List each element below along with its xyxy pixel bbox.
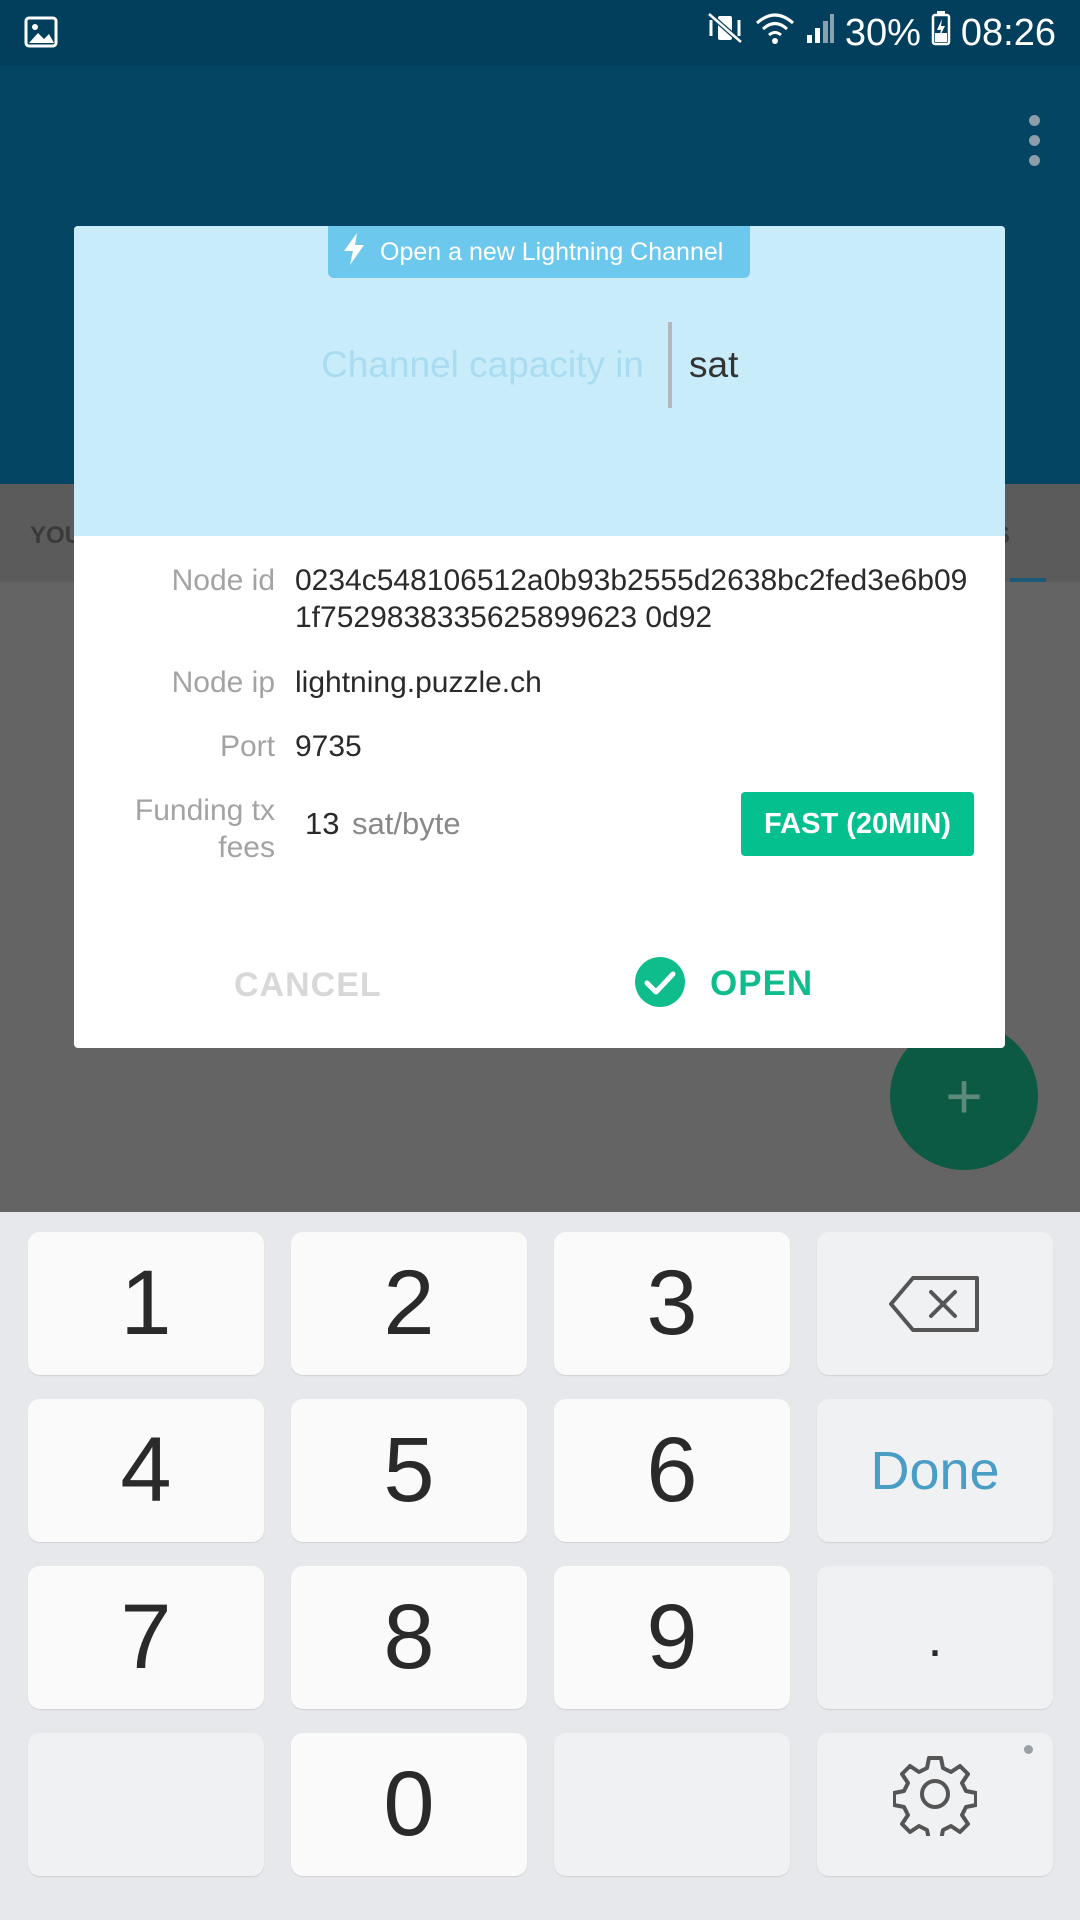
open-button[interactable]: OPEN [634, 956, 813, 1012]
fee-speed-button[interactable]: FAST (20MIN) [741, 792, 974, 856]
key-5[interactable]: 5 [291, 1399, 527, 1542]
vibrate-mute-icon [705, 10, 745, 56]
key-0[interactable]: 0 [291, 1733, 527, 1876]
node-ip-row: Node ip lightning.puzzle.ch [74, 664, 1005, 704]
backspace-icon [887, 1251, 983, 1356]
open-label: OPEN [710, 964, 814, 1003]
node-id-row: Node id 0234c548106512a0b93b2555d2638bc2… [74, 562, 1005, 642]
key-7[interactable]: 7 [28, 1566, 264, 1709]
port-label: Port [219, 730, 275, 763]
key-8[interactable]: 8 [291, 1566, 527, 1709]
dialog-header: Open a new Lightning Channel Channel cap… [74, 226, 1005, 536]
done-key[interactable]: Done [817, 1399, 1053, 1542]
node-id-value: 0234c548106512a0b93b2555d2638bc2fed3e6b0… [295, 564, 968, 634]
dialog-title-chip: Open a new Lightning Channel [328, 226, 750, 278]
check-circle-icon [634, 956, 686, 1013]
fees-label-line1: Funding tx [134, 794, 275, 827]
gear-icon [892, 1752, 978, 1858]
dialog-title: Open a new Lightning Channel [380, 237, 724, 266]
lightning-icon [342, 232, 366, 273]
battery-percent: 30% [844, 11, 921, 54]
fees-label: Funding tx fees [115, 792, 275, 866]
fees-input[interactable]: 13 [305, 806, 339, 842]
node-id-label: Node id [171, 564, 275, 597]
key-9[interactable]: 9 [554, 1566, 790, 1709]
clock: 08:26 [960, 11, 1056, 54]
key-2[interactable]: 2 [291, 1232, 527, 1375]
key-6[interactable]: 6 [554, 1399, 790, 1542]
blank-key-right [554, 1733, 790, 1876]
capacity-unit: sat [689, 344, 739, 385]
open-channel-dialog: Open a new Lightning Channel Channel cap… [74, 226, 1005, 1048]
fees-unit: sat/byte [352, 806, 461, 841]
capacity-placeholder[interactable]: Channel capacity in [321, 344, 644, 386]
fees-row: Funding tx fees 13 sat/byte FAST (20MIN) [74, 792, 1005, 872]
gallery-icon [24, 16, 58, 53]
node-ip-label: Node ip [171, 666, 275, 699]
battery-icon [931, 10, 951, 56]
capacity-input[interactable]: Channel capacity in sat [74, 322, 1005, 408]
decimal-key[interactable]: . [817, 1566, 1053, 1709]
wifi-icon [755, 11, 795, 55]
key-4[interactable]: 4 [28, 1399, 264, 1542]
more-options-icon[interactable] [1022, 115, 1046, 166]
blank-key-left [28, 1733, 264, 1876]
key-3[interactable]: 3 [554, 1232, 790, 1375]
numeric-keyboard: 1 2 3 4 5 6 Done 7 8 9 . 0 [0, 1212, 1080, 1920]
node-ip-value: lightning.puzzle.ch [295, 666, 542, 699]
cancel-button[interactable]: CANCEL [234, 966, 382, 1005]
key-1[interactable]: 1 [28, 1232, 264, 1375]
port-row: Port 9735 [74, 728, 1005, 768]
backspace-key[interactable] [817, 1232, 1053, 1375]
keyboard-settings-key[interactable] [817, 1733, 1053, 1876]
fees-label-line2: fees [218, 831, 275, 864]
status-bar: 30% 08:26 [0, 0, 1080, 66]
signal-icon [805, 11, 835, 55]
indicator-dot [1024, 1745, 1033, 1754]
port-value: 9735 [295, 730, 362, 763]
text-cursor [668, 322, 672, 408]
